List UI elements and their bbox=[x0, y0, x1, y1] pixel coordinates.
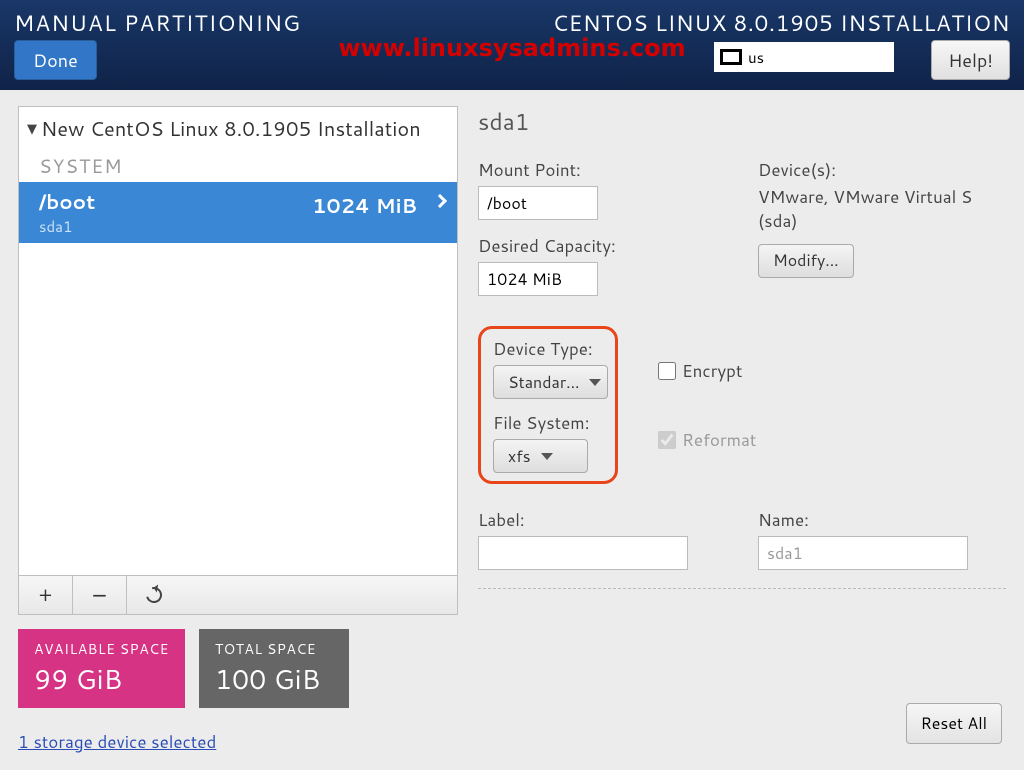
total-space-tile: TOTAL SPACE 100 GiB bbox=[199, 629, 349, 708]
reformat-label: Reformat bbox=[682, 428, 756, 452]
refresh-icon bbox=[143, 584, 165, 606]
encrypt-label: Encrypt bbox=[682, 359, 742, 383]
devices-label: Device(s): bbox=[758, 158, 1006, 182]
keyboard-layout-label: us bbox=[748, 47, 764, 68]
available-space-label: AVAILABLE SPACE bbox=[34, 639, 169, 659]
devices-value: VMware, VMware Virtual S (sda) bbox=[758, 186, 1006, 234]
content-area: ▼ New CentOS Linux 8.0.1905 Installation… bbox=[0, 90, 1024, 770]
label-label: Label: bbox=[478, 508, 718, 532]
tree-root-label: New CentOS Linux 8.0.1905 Installation bbox=[41, 115, 421, 143]
name-label: Name: bbox=[758, 508, 1006, 532]
device-type-value: Standar... bbox=[508, 371, 579, 394]
device-type-label: Device Type: bbox=[493, 337, 603, 361]
partition-tree: ▼ New CentOS Linux 8.0.1905 Installation… bbox=[18, 106, 458, 576]
file-system-label: File System: bbox=[493, 411, 603, 435]
reformat-checkbox-row: Reformat bbox=[658, 428, 756, 452]
encrypt-checkbox-row[interactable]: Encrypt bbox=[658, 359, 756, 383]
modify-devices-button[interactable]: Modify... bbox=[758, 244, 854, 278]
space-summary: AVAILABLE SPACE 99 GiB TOTAL SPACE 100 G… bbox=[18, 629, 458, 708]
remove-partition-button[interactable]: − bbox=[73, 576, 127, 614]
encrypt-checkbox[interactable] bbox=[658, 362, 676, 380]
desired-capacity-input[interactable] bbox=[478, 262, 598, 296]
total-space-label: TOTAL SPACE bbox=[215, 639, 333, 659]
available-space-value: 99 GiB bbox=[34, 659, 169, 698]
selected-device-title: sda1 bbox=[478, 106, 1006, 138]
keyboard-icon bbox=[720, 49, 742, 65]
desired-capacity-label: Desired Capacity: bbox=[478, 234, 718, 258]
partition-action-bar: + − bbox=[18, 576, 458, 615]
watermark-text: www.linuxsysadmins.com bbox=[338, 34, 685, 62]
done-button[interactable]: Done bbox=[14, 40, 97, 80]
left-column: ▼ New CentOS Linux 8.0.1905 Installation… bbox=[18, 106, 458, 754]
details-row-3: Label: Name: bbox=[478, 508, 1006, 570]
tree-root[interactable]: ▼ New CentOS Linux 8.0.1905 Installation bbox=[19, 107, 457, 151]
reset-all-button[interactable]: Reset All bbox=[906, 703, 1002, 744]
details-row-1: Mount Point: Desired Capacity: Device(s)… bbox=[478, 158, 1006, 296]
keyboard-layout-selector[interactable]: us bbox=[714, 42, 894, 72]
file-system-dropdown[interactable]: xfs bbox=[493, 439, 588, 473]
device-type-dropdown[interactable]: Standar... bbox=[493, 365, 608, 399]
add-partition-button[interactable]: + bbox=[19, 576, 73, 614]
file-system-value: xfs bbox=[508, 445, 531, 468]
chevron-down-icon bbox=[589, 379, 601, 386]
partition-size: 1024 MiB bbox=[312, 192, 417, 220]
storage-devices-link[interactable]: 1 storage device selected bbox=[18, 730, 216, 754]
chevron-down-icon bbox=[541, 453, 553, 460]
total-space-value: 100 GiB bbox=[215, 659, 333, 698]
right-column: sda1 Mount Point: Desired Capacity: Devi… bbox=[478, 106, 1006, 754]
highlight-box: Device Type: Standar... File System: xfs bbox=[478, 326, 618, 484]
caret-down-icon: ▼ bbox=[27, 120, 37, 138]
divider bbox=[478, 588, 1006, 589]
refresh-button[interactable] bbox=[127, 576, 181, 614]
available-space-tile: AVAILABLE SPACE 99 GiB bbox=[18, 629, 185, 708]
mount-point-input[interactable] bbox=[478, 186, 598, 220]
reformat-checkbox bbox=[658, 431, 676, 449]
header-bar: MANUAL PARTITIONING CENTOS LINUX 8.0.190… bbox=[0, 0, 1024, 90]
name-input bbox=[758, 536, 968, 570]
help-button[interactable]: Help! bbox=[931, 40, 1010, 80]
partition-row-boot[interactable]: /boot 1024 MiB sda1 bbox=[19, 182, 457, 243]
details-row-2: Device Type: Standar... File System: xfs bbox=[478, 326, 1006, 484]
label-input[interactable] bbox=[478, 536, 688, 570]
tree-section-system: SYSTEM bbox=[19, 151, 457, 182]
mount-point-label: Mount Point: bbox=[478, 158, 718, 182]
